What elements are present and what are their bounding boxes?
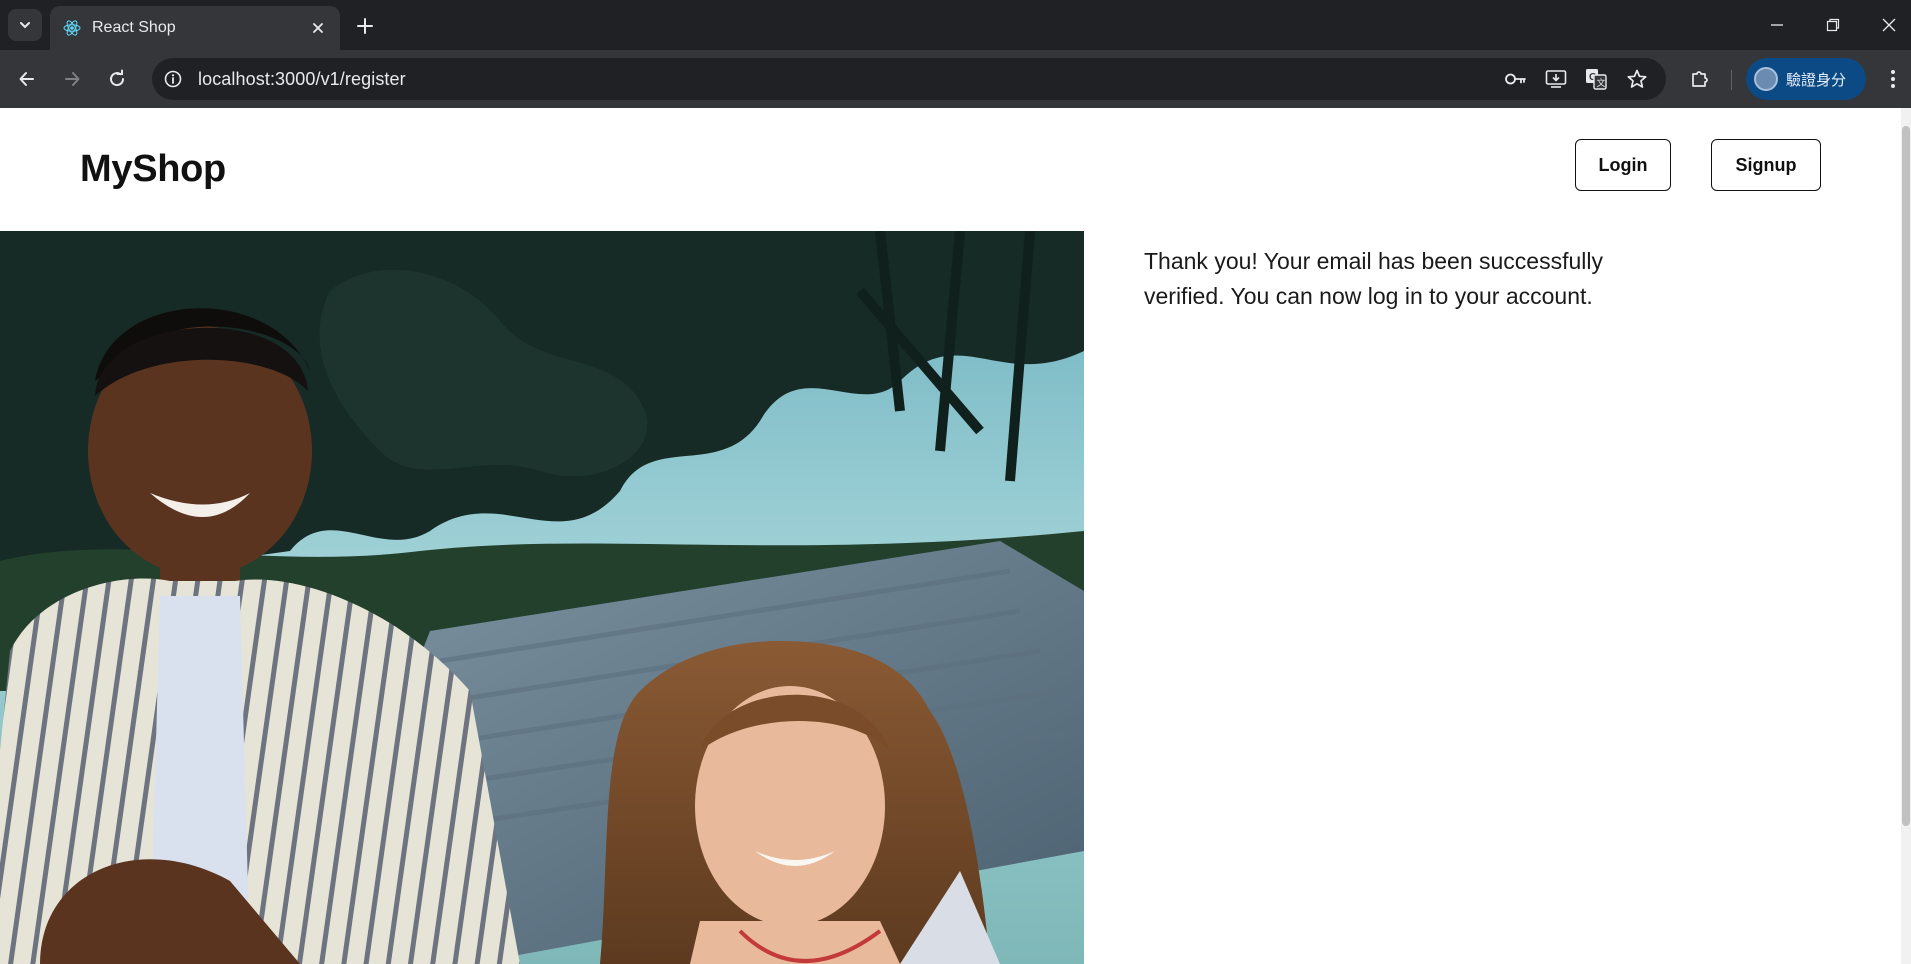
key-icon (1505, 73, 1526, 85)
page-viewport: MyShop Login Signup Thank you! Your emai… (0, 108, 1911, 964)
tab-search-button[interactable] (8, 9, 42, 41)
react-icon (62, 18, 82, 38)
back-icon (19, 72, 34, 86)
back-button[interactable] (10, 62, 44, 96)
minimize-button[interactable] (1754, 8, 1800, 42)
star-icon (1627, 69, 1647, 88)
site-header: MyShop Login Signup (0, 108, 1900, 232)
profile-button[interactable]: 驗證身分 (1746, 58, 1866, 100)
close-window-icon (1882, 18, 1896, 32)
chevron-down-icon (20, 22, 30, 29)
hero-image (0, 231, 1084, 964)
restore-icon (1826, 18, 1840, 32)
minimize-icon (1771, 24, 1783, 26)
url-text: localhost:3000/v1/register (198, 68, 406, 89)
profile-label: 驗證身分 (1786, 71, 1847, 89)
password-key-button[interactable] (1503, 67, 1529, 91)
login-button[interactable]: Login (1575, 139, 1671, 191)
toolbar-divider (1731, 70, 1732, 90)
browser-toolbar: localhost:3000/v1/register G文 驗證身分 (0, 50, 1911, 108)
page-scrollbar[interactable] (1901, 108, 1911, 964)
translate-icon: G文 (1586, 69, 1607, 90)
restore-button[interactable] (1810, 8, 1856, 42)
reload-icon (110, 69, 125, 87)
site-info-button[interactable] (157, 63, 189, 95)
new-tab-button[interactable] (350, 12, 380, 40)
close-tab-button[interactable] (306, 16, 330, 40)
install-app-button[interactable] (1543, 67, 1569, 91)
translate-button[interactable]: G文 (1583, 67, 1609, 91)
extensions-button[interactable] (1683, 62, 1717, 96)
browser-tab-strip: React Shop (0, 0, 1911, 50)
site-info-icon (164, 70, 182, 88)
reload-button[interactable] (100, 62, 134, 96)
extensions-icon (1692, 71, 1708, 87)
browser-tab-active[interactable]: React Shop (50, 6, 340, 50)
signup-button[interactable]: Signup (1711, 139, 1821, 191)
bookmark-star-button[interactable] (1624, 67, 1650, 91)
browser-menu-button[interactable] (1878, 62, 1908, 96)
tab-title: React Shop (92, 19, 176, 36)
close-icon (313, 23, 323, 33)
svg-text:文: 文 (1597, 77, 1606, 89)
close-window-button[interactable] (1866, 8, 1911, 42)
avatar (1754, 67, 1778, 91)
scrollbar-thumb[interactable] (1902, 126, 1910, 826)
forward-icon (65, 72, 80, 86)
site-logo[interactable]: MyShop (80, 148, 226, 191)
forward-button[interactable] (55, 62, 89, 96)
address-bar[interactable]: localhost:3000/v1/register G文 (152, 58, 1666, 100)
verification-message: Thank you! Your email has been successfu… (1144, 248, 1603, 309)
plus-icon (357, 18, 373, 34)
install-icon (1545, 70, 1567, 88)
menu-icon (1891, 70, 1895, 88)
